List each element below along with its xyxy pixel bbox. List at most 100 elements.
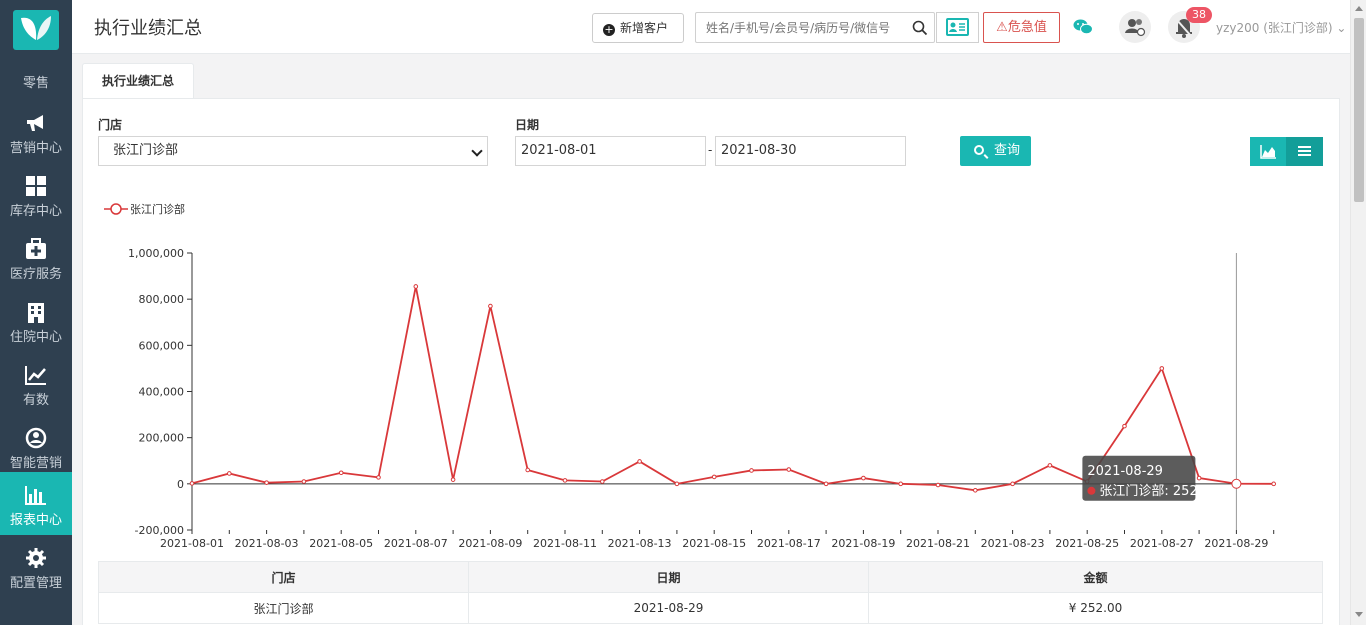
data-point[interactable] [711,474,717,480]
critical-value-button[interactable]: ⚠危急值 [983,12,1060,43]
query-button-label: 查询 [994,143,1021,158]
data-point[interactable] [488,303,493,309]
column-header-date[interactable]: 日期 [468,561,869,593]
users-icon[interactable] [1119,11,1151,43]
page-title: 执行业绩汇总 [94,18,202,39]
data-point[interactable] [1159,366,1165,371]
data-point[interactable] [637,459,642,464]
data-point[interactable] [562,478,568,483]
sidebar-item-label: 配置管理 [9,576,62,591]
data-point[interactable] [674,481,680,487]
plus-icon: + [603,23,615,36]
sidebar-item-inpatient[interactable]: 住院中心 [0,289,72,352]
sidebar: 零售 营销中心 库存中心 医疗服务 住院中心 有数 智能营销 报表中心 配置管理 [0,0,72,625]
x-tick-label: 2021-08-13 [608,537,672,550]
data-point[interactable] [898,481,904,487]
store-select-value: 张江门诊部 [113,143,179,158]
search-input[interactable] [696,13,901,42]
warning-icon: ⚠ [996,20,1008,35]
sidebar-item-label: 库存中心 [9,204,62,219]
sidebar-item-inventory[interactable]: 库存中心 [0,163,72,226]
data-point[interactable] [749,468,754,473]
page-scrollbar[interactable] [1350,0,1366,625]
y-tick-label: 0 [177,478,184,491]
scroll-thumb[interactable] [1354,18,1364,202]
data-point[interactable] [450,477,456,482]
data-point[interactable] [1047,463,1053,468]
y-tick-label: 400,000 [139,386,185,399]
table-row[interactable]: 张江门诊部 2021-08-29 ¥ 252.00 [98,592,1323,624]
data-point[interactable] [861,475,866,481]
data-point[interactable] [525,467,531,473]
data-point[interactable] [1271,481,1276,487]
sidebar-item-medical[interactable]: 医疗服务 [0,226,72,289]
sidebar-item-analytics[interactable]: 有数 [0,352,72,415]
y-tick-label: 800,000 [139,293,185,306]
sidebar-item-label: 报表中心 [9,513,62,528]
sidebar-item-label: 医疗服务 [9,267,62,282]
performance-line-chart: 张江门诊部 -200,000 0 200,000 400,000 600,000 800,… [104,202,1276,550]
date-separator: - [708,143,713,157]
id-card-button[interactable] [936,12,979,43]
store-label: 门店 [98,118,123,132]
tooltip-value: 张江门诊部: 252 [1099,484,1197,499]
data-point[interactable] [338,470,344,476]
scroll-up-arrow-icon[interactable] [1355,6,1363,11]
data-point[interactable] [301,479,307,484]
data-point[interactable] [786,467,792,472]
data-point[interactable] [189,481,195,486]
chevron-down-icon: ⌄ [1336,21,1347,35]
sidebar-item-reports[interactable]: 报表中心 [0,472,72,535]
data-point[interactable] [823,481,829,487]
scroll-down-arrow-icon[interactable] [1355,612,1363,617]
data-point[interactable] [376,475,381,480]
date-to-input[interactable]: 2021-08-30 [715,136,906,166]
store-select[interactable]: 张江门诊部 [98,136,488,166]
column-header-amount[interactable]: 金额 [868,561,1323,593]
sidebar-item-label: 有数 [22,393,49,408]
sidebar-item-label: 住院中心 [9,330,62,345]
wechat-icon[interactable] [1072,16,1094,38]
add-customer-button[interactable]: + 新增客户 [592,13,684,43]
chart-view-button[interactable] [1250,137,1287,166]
data-point[interactable] [264,480,269,485]
bar-chart-icon [25,486,46,505]
list-icon [1298,146,1311,156]
search-icon[interactable] [912,20,928,36]
medical-kit-icon [26,238,46,259]
tab-performance-summary[interactable]: 执行业绩汇总 [82,63,194,99]
data-point[interactable] [1010,481,1015,487]
column-header-store[interactable]: 门店 [98,561,469,593]
query-button[interactable]: 查询 [960,136,1031,166]
user-menu[interactable]: yzy200 (张江门诊部) ⌄ [1216,19,1346,36]
chart-legend[interactable]: 张江门诊部 [104,202,185,216]
x-tick-label: 2021-08-25 [1055,537,1119,550]
data-point[interactable] [1122,423,1127,429]
y-tick-label: 200,000 [139,432,185,445]
search-box[interactable] [695,12,935,43]
x-tick-label: 2021-08-09 [458,537,522,550]
data-point[interactable] [935,482,941,488]
data-point[interactable] [973,487,978,493]
search-icon [974,145,984,155]
data-point[interactable] [227,471,232,476]
megaphone-icon [27,115,43,131]
data-point[interactable] [1231,478,1242,489]
hospital-icon [28,303,44,323]
table-view-button[interactable] [1286,137,1323,166]
date-from-input[interactable]: 2021-08-01 [515,136,706,166]
data-point[interactable] [600,479,605,484]
cell-store: 张江门诊部 [98,592,469,624]
tooltip-marker [1087,486,1096,495]
sidebar-item-settings[interactable]: 配置管理 [0,535,72,598]
sidebar-item-smart-marketing[interactable]: 智能营销 [0,415,72,478]
sidebar-item-retail[interactable]: 零售 [0,72,72,91]
x-tick-label: 2021-08-21 [906,537,970,550]
sidebar-item-label: 智能营销 [9,456,62,471]
area-chart-icon [1260,145,1276,159]
data-point[interactable] [413,284,419,289]
legend-label: 张江门诊部 [130,202,185,216]
logo[interactable] [13,10,59,50]
sidebar-item-marketing[interactable]: 营销中心 [0,100,72,163]
data-point[interactable] [1196,475,1202,481]
